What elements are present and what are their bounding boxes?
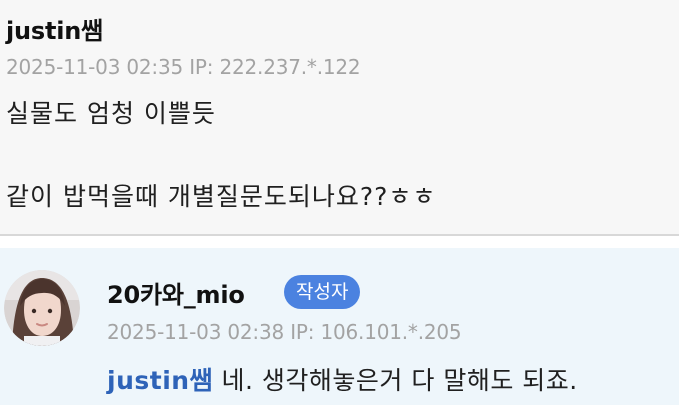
comment-ip: IP: 222.237.*.122 <box>189 55 361 79</box>
avatar-image <box>4 270 80 346</box>
reply-ip: IP: 106.101.*.205 <box>290 320 462 344</box>
comment-divider <box>0 236 679 248</box>
comment-author[interactable]: justin쌤 <box>6 11 103 46</box>
comment-body-line-2: 같이 밥먹을때 개별질문도되나요??ㅎㅎ <box>6 182 437 211</box>
reply-meta: 2025-11-03 02:38 IP: 106.101.*.205 <box>107 320 462 344</box>
reply-body: justin쌤 네. 생각해놓은거 다 말해도 되죠. <box>107 361 578 397</box>
comment-body-line-1: 실물도 엄청 이쁠듯 <box>6 99 216 128</box>
comment-meta: 2025-11-03 02:35 IP: 222.237.*.122 <box>6 55 361 79</box>
comment-date: 2025-11-03 02:35 <box>6 55 184 79</box>
mention-link[interactable]: justin쌤 <box>107 366 213 395</box>
reply-text: 네. 생각해놓은거 다 말해도 되죠. <box>213 366 578 395</box>
author-badge: 작성자 <box>284 275 361 309</box>
reply-date: 2025-11-03 02:38 <box>107 320 285 344</box>
avatar[interactable] <box>4 270 80 346</box>
reply-author[interactable]: 20카와_mio <box>107 275 245 310</box>
comment-item: justin쌤 2025-11-03 02:35 IP: 222.237.*.1… <box>0 0 679 236</box>
reply-item: 20카와_mio 작성자 2025-11-03 02:38 IP: 106.10… <box>0 248 679 405</box>
